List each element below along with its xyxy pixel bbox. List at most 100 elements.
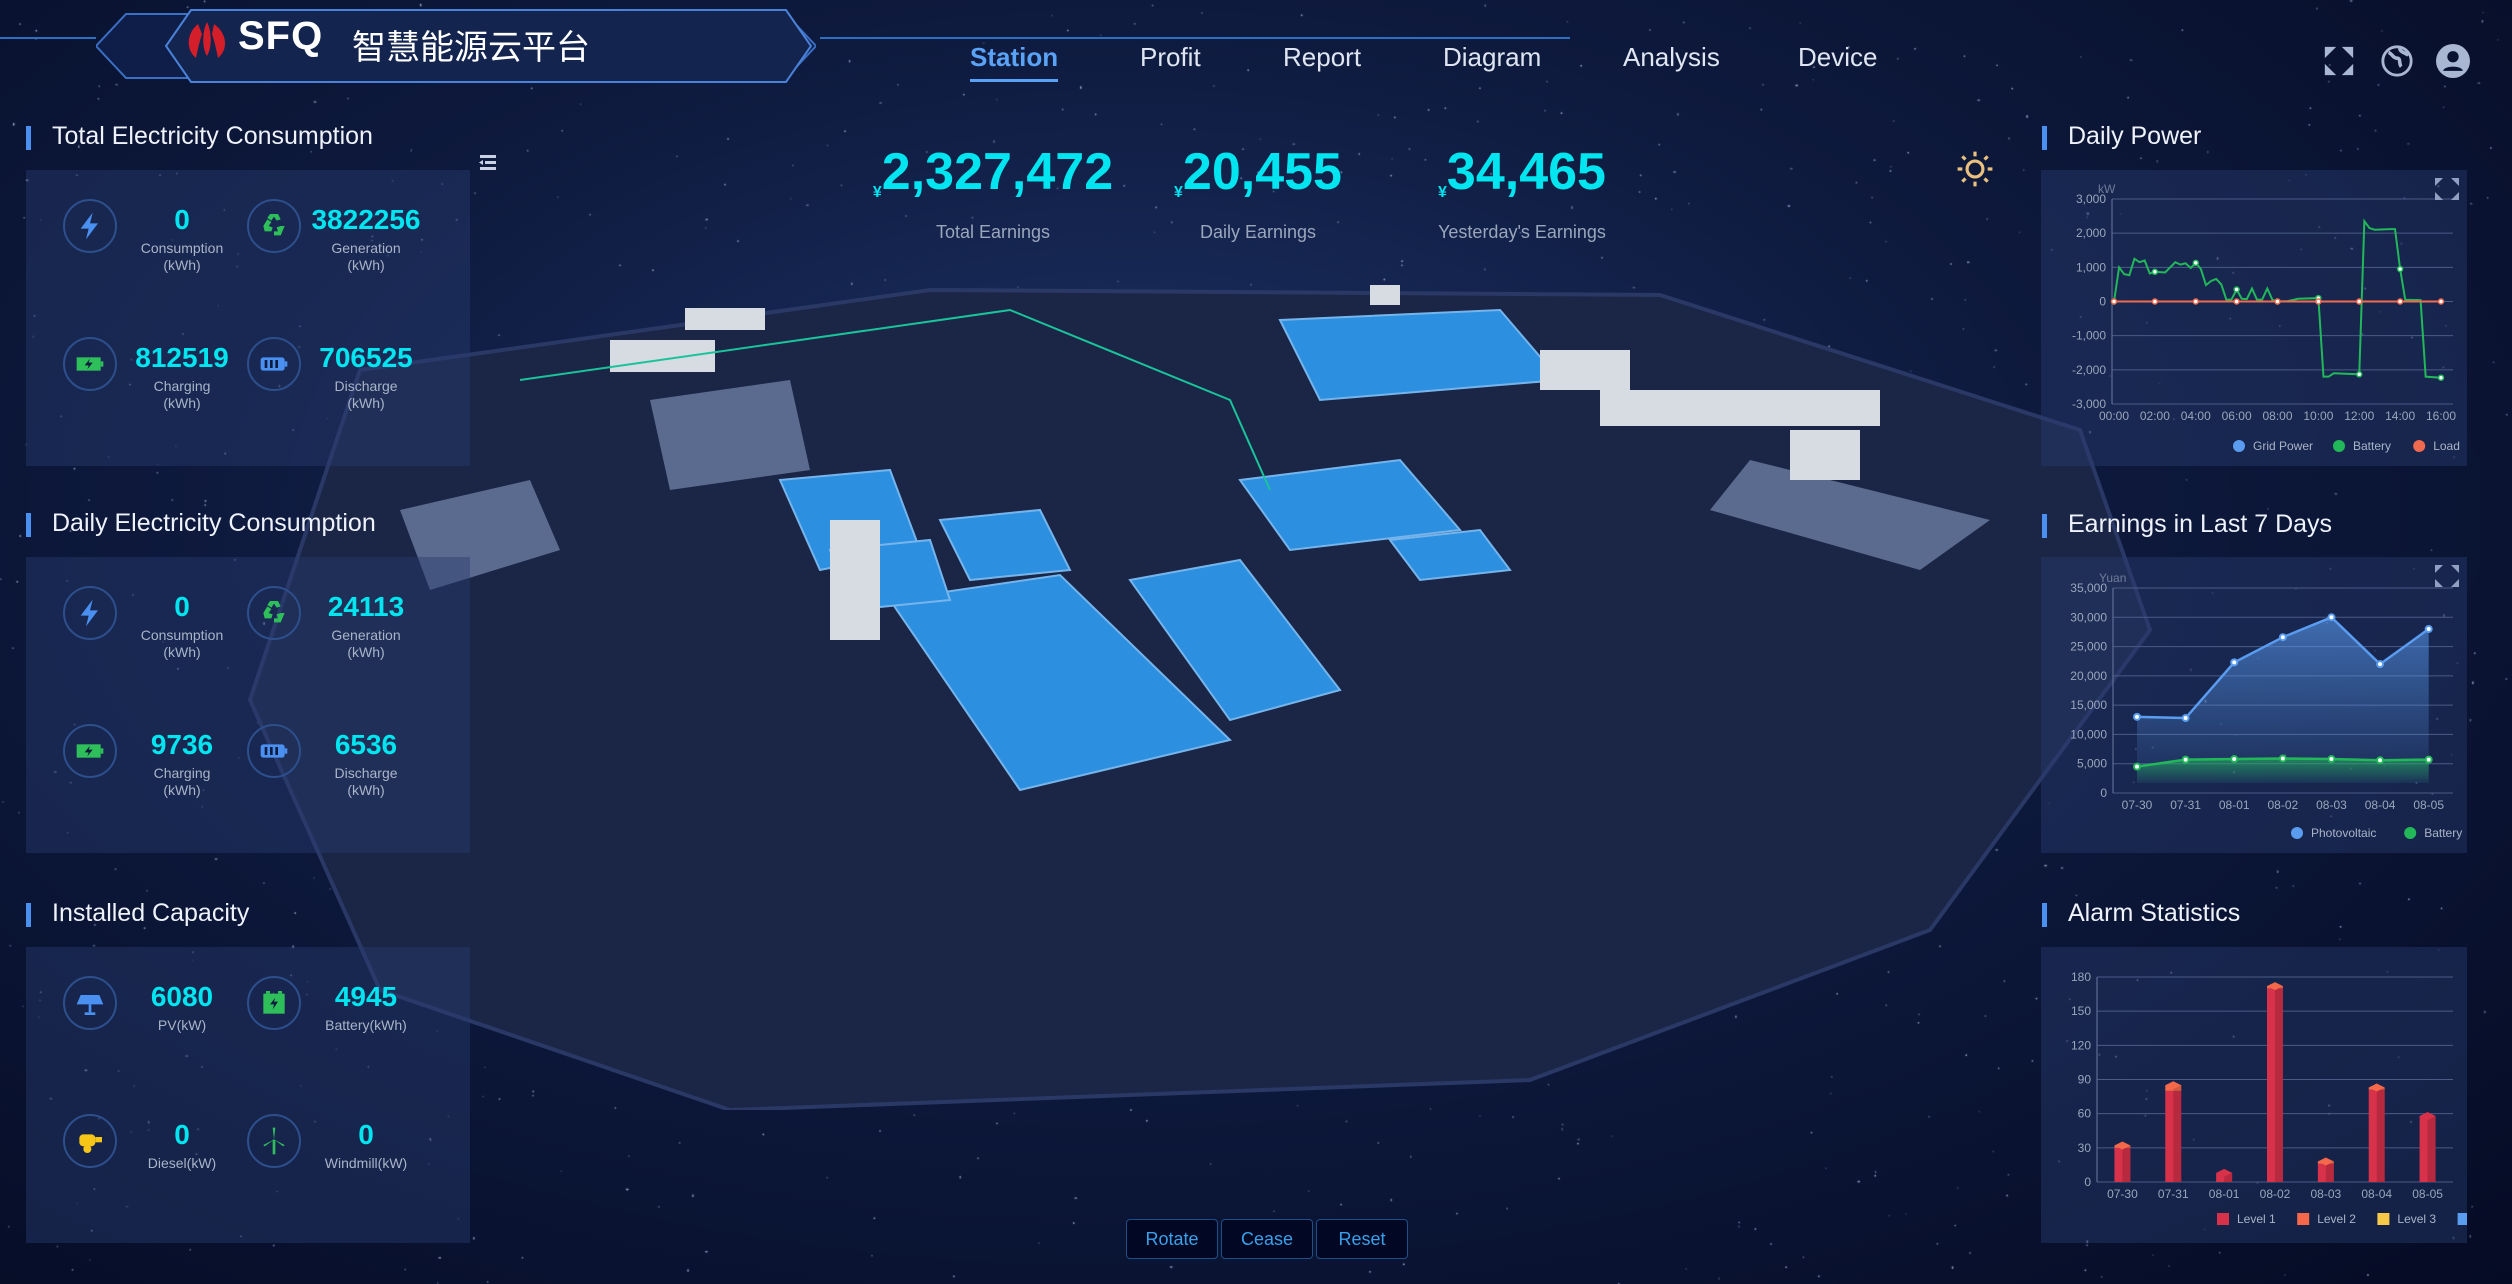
bar-shade [2122,1147,2131,1182]
daily-1-label: Generation (kWh) [331,627,401,660]
alarm-statistics-chart: 0 30 60 90 120 150 180 07-30 07-31 08-01 08-02 08-0… [2071,970,2512,1226]
data-point [2356,371,2363,378]
x-tick-label: 04:00 [2181,409,2211,423]
legend-swatch [2291,827,2303,839]
legend-swatch [2233,440,2245,452]
bar-shade [2275,988,2283,1182]
daily-3-value: 6536 [334,729,398,760]
rotate-button[interactable]: Rotate [1126,1219,1218,1259]
installed-1-label: Battery(kWh) [325,1017,407,1033]
x-tick-label: 07-31 [2158,1187,2189,1201]
data-point [2181,755,2190,764]
legend-swatch [2413,440,2426,452]
x-tick-label: 00:00 [2099,409,2129,423]
legend-label: Battery [2424,826,2462,840]
legend-label: Photovoltaic [2311,826,2376,840]
x-tick-label: 08-04 [2361,1187,2392,1201]
total-2-value: 812519 [135,342,229,373]
tab-device[interactable]: Device [1798,42,1877,73]
tab-report[interactable]: Report [1283,42,1361,73]
y-tick-label: -2,000 [2072,363,2106,377]
x-tick-label: 08-03 [2316,798,2347,812]
daily-0-value: 0 [174,591,190,622]
reset-button[interactable]: Reset [1316,1219,1408,1259]
total-1-value: 3822256 [311,204,421,235]
y-tick-label: 0 [2099,295,2106,309]
x-tick-label: 14:00 [2385,409,2415,423]
sun-icon[interactable] [1956,150,1994,188]
yesterday-earnings-label: Yesterday's Earnings [1438,222,1606,242]
x-tick-label: 12:00 [2344,409,2374,423]
data-point [2151,298,2159,305]
data-point [2396,298,2404,305]
data-point [2192,259,2199,267]
data-point [2327,755,2336,764]
x-tick-label: 10:00 [2303,409,2333,423]
y-axis-unit: Yuan [2099,571,2126,585]
legend-swatch [2217,1213,2229,1225]
data-point [2133,762,2141,771]
y-tick-label: 25,000 [2070,640,2107,654]
x-tick-label: 16:00 [2426,409,2456,423]
earnings-7-days-chart: 05,00010,00015,00020,00025,00030,00035,0… [2070,565,2462,840]
data-point [2151,268,2159,276]
x-tick-label: 08:00 [2262,409,2292,423]
legend-swatch [2377,1213,2390,1225]
collapse-panel-icon[interactable] [478,154,498,172]
data-point [2376,756,2385,765]
installed-3-value: 0 [358,1119,374,1150]
x-tick-label: 08-03 [2311,1187,2342,1201]
data-point [2437,298,2445,305]
total-earnings-label: Total Earnings [935,222,1051,242]
x-tick-label: 06:00 [2222,409,2252,423]
installed-panel-title: Installed Capacity [26,899,249,928]
x-tick-label: 08-01 [2209,1187,2240,1201]
daily-power-chart: -3,000-2,000-1,00001,0002,0003,000kW00:0… [2072,178,2460,453]
y-axis-unit: kW [2098,182,2116,196]
y-tick-label: 2,000 [2076,226,2106,240]
cease-button[interactable]: Cease [1221,1219,1313,1259]
bar-shade [2173,1090,2182,1182]
user-icon[interactable] [2436,44,2470,78]
x-tick-label: 08-04 [2365,798,2396,812]
yesterday-earnings-value: ¥34,465 [1438,143,1606,201]
tab-station[interactable]: Station [970,42,1059,82]
sfq-logo-icon [188,22,226,58]
total-3-value: 706525 [319,342,413,373]
globe-icon[interactable] [2380,44,2414,78]
y-tick-label: 120 [2071,1038,2091,1052]
tab-analysis[interactable]: Analysis [1623,42,1720,73]
total-panel: 0 Consumption (kWh) 3822256 Generation (kWh) 8… [26,170,470,466]
expand-chart-icon[interactable] [2435,565,2459,587]
y-tick-label: 0 [2100,786,2107,800]
tab-diagram[interactable]: Diagram [1443,42,1541,73]
daily-earnings-value: ¥20,455 [1174,143,1342,201]
daily-panel-title: Daily Electricity Consumption [26,509,376,538]
x-tick-label: 08-02 [2260,1187,2291,1201]
daily-2-value: 9736 [150,729,214,760]
daily-2-label: Charging (kWh) [153,765,211,798]
tab-profit[interactable]: Profit [1140,42,1201,73]
earnings-7-days-panel: 0 5,000 10,000 15,000 20,000 25,000 30,000 35,0… [2041,557,2467,853]
data-point [2181,714,2190,723]
x-tick-label: 07-31 [2170,798,2201,812]
platform-title: 智慧能源云平台 [352,29,590,67]
total-panel-title: Total Electricity Consumption [26,122,373,151]
installed-0-label: PV(kW) [157,1017,207,1033]
data-point [2396,265,2404,273]
data-point [2437,374,2445,381]
y-tick-label: 15,000 [2070,698,2107,712]
data-point [2233,298,2240,305]
legend-label: Level 1 [2237,1212,2276,1226]
installed-0-value: 6080 [150,981,214,1012]
data-point [2274,298,2281,305]
station-3d-scene[interactable] [230,250,2160,1110]
expand-chart-icon[interactable] [2435,178,2459,200]
alarm-statistics-title: Alarm Statistics [2042,899,2240,928]
legend-label: Level 3 [2397,1212,2436,1226]
data-point [2110,298,2118,305]
installed-panel: 6080 PV(kW) 4945 Battery(kWh) 0 Diesel(kW) 0 Wi… [26,947,470,1243]
data-point [2315,298,2322,305]
fullscreen-icon[interactable] [2322,44,2356,78]
y-tick-label: 30,000 [2070,610,2107,624]
